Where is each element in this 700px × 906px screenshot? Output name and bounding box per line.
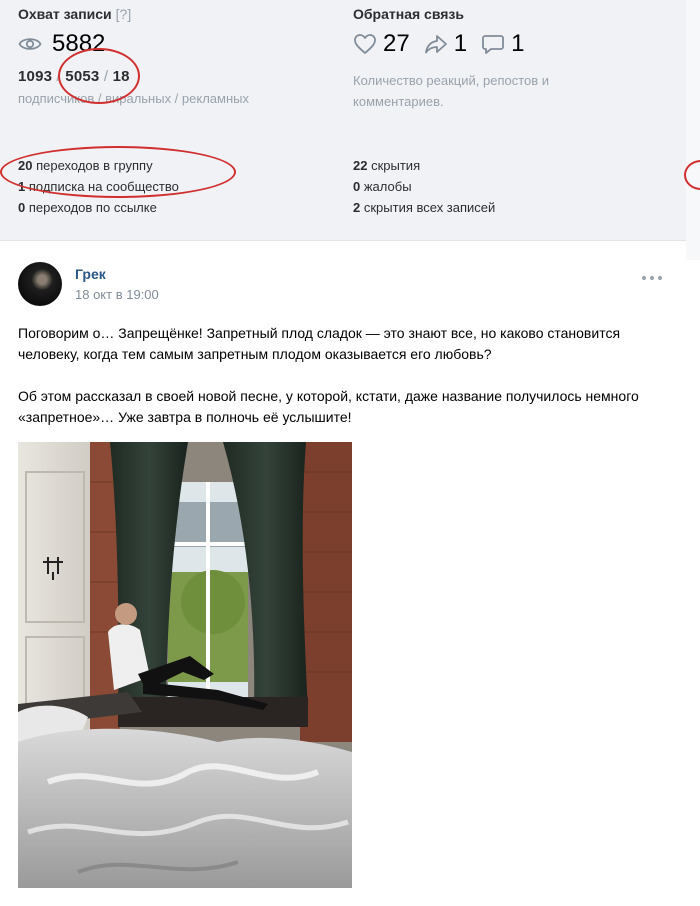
hides-line: 22 скрытия	[353, 158, 421, 173]
annotation-circle-viral	[58, 48, 140, 104]
reach-title: Охват записи [?]	[18, 6, 132, 22]
heart-icon	[354, 34, 376, 54]
help-link[interactable]: [?]	[116, 6, 132, 22]
subscribers-reach: 1093	[18, 68, 53, 85]
post-date[interactable]: 18 окт в 19:00	[75, 287, 159, 302]
adjacent-panel-edge	[686, 0, 700, 260]
link-transitions-line: 0 переходов по ссылке	[18, 200, 157, 215]
post-stats-panel: Охват записи [?] 5882 1093 / 5053 / 18 по…	[0, 0, 686, 241]
photo-illustration	[18, 442, 352, 888]
comment-icon	[482, 35, 504, 54]
author-name[interactable]: Грек	[75, 266, 106, 282]
post-paragraph-1: Поговорим о… Запрещёнке! Запретный плод …	[18, 325, 621, 362]
post-header: Грек 18 окт в 19:00	[18, 262, 682, 306]
feedback-title: Обратная связь	[353, 6, 464, 22]
more-dots-icon[interactable]	[642, 274, 662, 282]
share-icon	[424, 35, 447, 54]
comments-count: 1	[511, 30, 525, 57]
complaints-line: 0 жалобы	[353, 179, 412, 194]
likes-count: 27	[383, 30, 410, 57]
feedback-counts: 27 1 1	[353, 30, 538, 58]
post-photo[interactable]	[18, 442, 352, 888]
reach-caption: подписчиков / виральных / рекламных	[18, 91, 249, 106]
eye-icon	[18, 38, 42, 50]
annotation-circle-transitions	[0, 146, 236, 198]
avatar[interactable]	[18, 262, 62, 306]
feedback-negative: 22 скрытия 0 жалобы 2 скрытия всех запис…	[353, 155, 495, 218]
post-paragraph-2: Об этом рассказал в своей новой песне, у…	[18, 388, 639, 425]
reposts-count: 1	[453, 30, 468, 57]
feedback-caption: Количество реакций, репостов и комментар…	[353, 73, 550, 109]
hide-all-line: 2 скрытия всех записей	[353, 200, 496, 215]
post-text: Поговорим о… Запрещёнке! Запретный плод …	[18, 323, 678, 449]
